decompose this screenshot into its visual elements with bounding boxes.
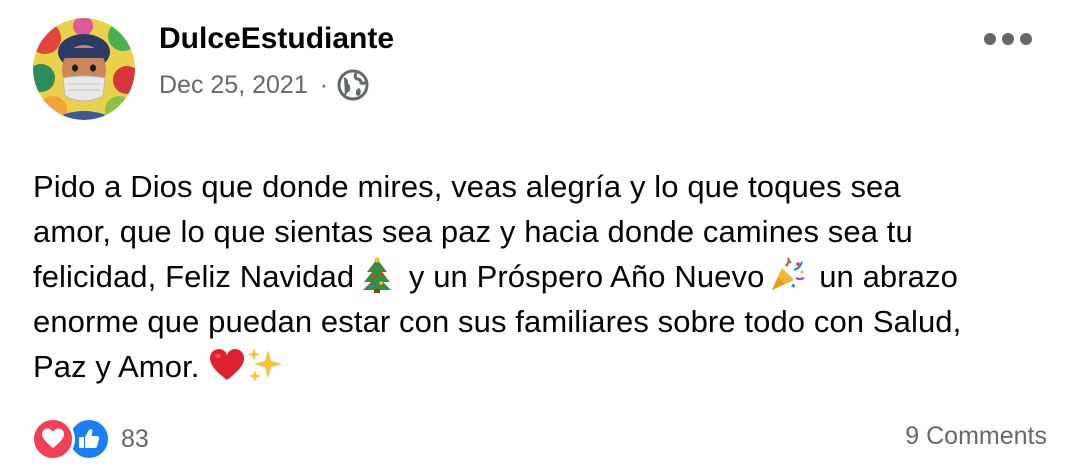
post-meta: Dec 25, 2021 ·: [159, 66, 370, 104]
post-text-line: Paz y Amor.: [33, 344, 1053, 389]
post-text-segment: y un Próspero Año Nuevo: [408, 259, 765, 294]
post-text-line: amor, que lo que sientas sea paz y hacia…: [33, 214, 913, 249]
author-avatar[interactable]: [33, 18, 135, 120]
post-text-segment: Paz y Amor.: [33, 349, 200, 384]
author-name[interactable]: DulceEstudiante: [159, 20, 394, 58]
red-heart-emoji: [208, 346, 246, 384]
reactions-summary[interactable]: 83: [31, 417, 149, 461]
post-text: Pido a Dios que donde mires, veas alegrí…: [33, 164, 1053, 389]
sparkles-emoji: [246, 346, 284, 384]
more-options-icon: [984, 33, 996, 45]
post-date[interactable]: Dec 25, 2021: [159, 71, 308, 100]
post-text-segment: un abrazo: [819, 259, 958, 294]
party-popper-emoji: [768, 256, 806, 294]
meta-separator: ·: [319, 70, 329, 99]
reaction-count: 83: [121, 424, 149, 453]
post-text-segment: felicidad, Feliz Navidad: [33, 259, 355, 294]
globe-icon: [336, 68, 370, 102]
post-text-line: Pido a Dios que donde mires, veas alegrí…: [33, 169, 901, 204]
love-reaction-icon: [31, 417, 75, 461]
post-text-line: enorme que puedan estar con sus familiar…: [33, 304, 962, 339]
christmas-tree-emoji: [358, 256, 396, 294]
post-text-line: felicidad, Feliz Navidad y un Próspero A…: [33, 254, 1053, 299]
more-options-button[interactable]: [984, 26, 1032, 52]
facebook-post: DulceEstudiante Dec 25, 2021 · Pido a Di…: [0, 0, 1080, 475]
comments-link[interactable]: 9 Comments: [905, 422, 1047, 451]
